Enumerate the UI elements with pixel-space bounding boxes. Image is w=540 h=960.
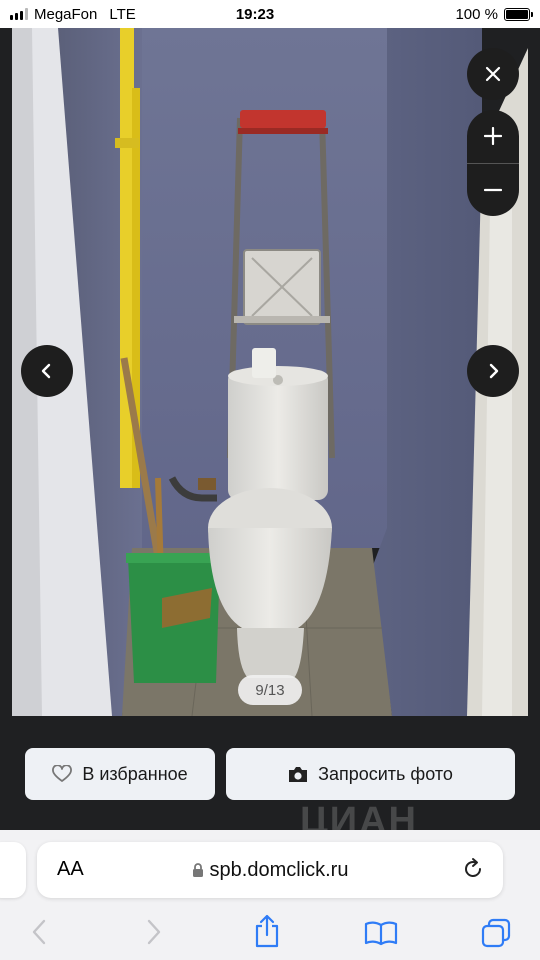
chevron-left-icon (32, 919, 46, 945)
close-icon (485, 66, 501, 82)
tabs-icon (481, 918, 511, 948)
battery-percent: 100 % (455, 5, 498, 23)
status-right: 100 % (330, 5, 533, 23)
plus-icon (484, 127, 502, 146)
browser-chrome: spb.domclick.ru AA (0, 830, 540, 960)
next-photo-button[interactable] (467, 345, 519, 397)
zoom-in-button[interactable] (467, 110, 519, 163)
tabs-button[interactable] (480, 918, 512, 953)
add-to-favorites-button[interactable]: В избранное (25, 748, 215, 800)
status-left: MegaFon LTE (10, 6, 210, 23)
request-photo-button[interactable]: Запросить фото (226, 748, 515, 800)
request-photo-label: Запросить фото (318, 763, 453, 784)
listing-photo (12, 28, 528, 716)
photo-counter: 9/13 (238, 675, 302, 705)
close-button[interactable] (467, 48, 519, 100)
camera-icon (289, 766, 308, 782)
reload-button[interactable] (461, 857, 485, 886)
signal-icon (10, 8, 28, 20)
heart-icon (52, 765, 73, 782)
share-icon (255, 914, 279, 948)
book-icon (364, 921, 398, 946)
photo-viewer[interactable]: 9/13 (0, 28, 540, 716)
chevron-right-icon (147, 919, 161, 945)
action-bar: В избранное Запросить фото (0, 716, 540, 830)
forward-button[interactable] (145, 918, 163, 951)
carrier-name: MegaFon (34, 5, 98, 23)
chevron-left-icon (41, 363, 51, 379)
reload-icon (465, 858, 481, 877)
share-button[interactable] (253, 914, 281, 953)
zoom-out-button[interactable] (467, 163, 519, 216)
back-button[interactable] (30, 918, 48, 951)
bookmarks-button[interactable] (364, 920, 398, 951)
network-type: LTE (109, 5, 136, 23)
previous-tab-preview[interactable] (0, 842, 26, 898)
chevron-right-icon (489, 363, 499, 379)
battery-icon (504, 7, 533, 21)
status-bar: MegaFon LTE 19:23 100 % (0, 0, 540, 28)
address-bar[interactable]: spb.domclick.ru AA (37, 842, 503, 898)
status-time: 19:23 (235, 5, 275, 23)
battery-level (506, 9, 528, 19)
url-text: spb.domclick.ru (209, 858, 349, 881)
text-size-label: AA (57, 858, 84, 880)
minus-icon (484, 188, 502, 191)
text-size-button[interactable]: AA (57, 858, 84, 881)
previous-photo-button[interactable] (21, 345, 73, 397)
url-display[interactable]: spb.domclick.ru (37, 842, 503, 898)
lock-icon (192, 862, 203, 877)
favorites-label: В избранное (82, 763, 188, 784)
zoom-controls (467, 110, 519, 216)
